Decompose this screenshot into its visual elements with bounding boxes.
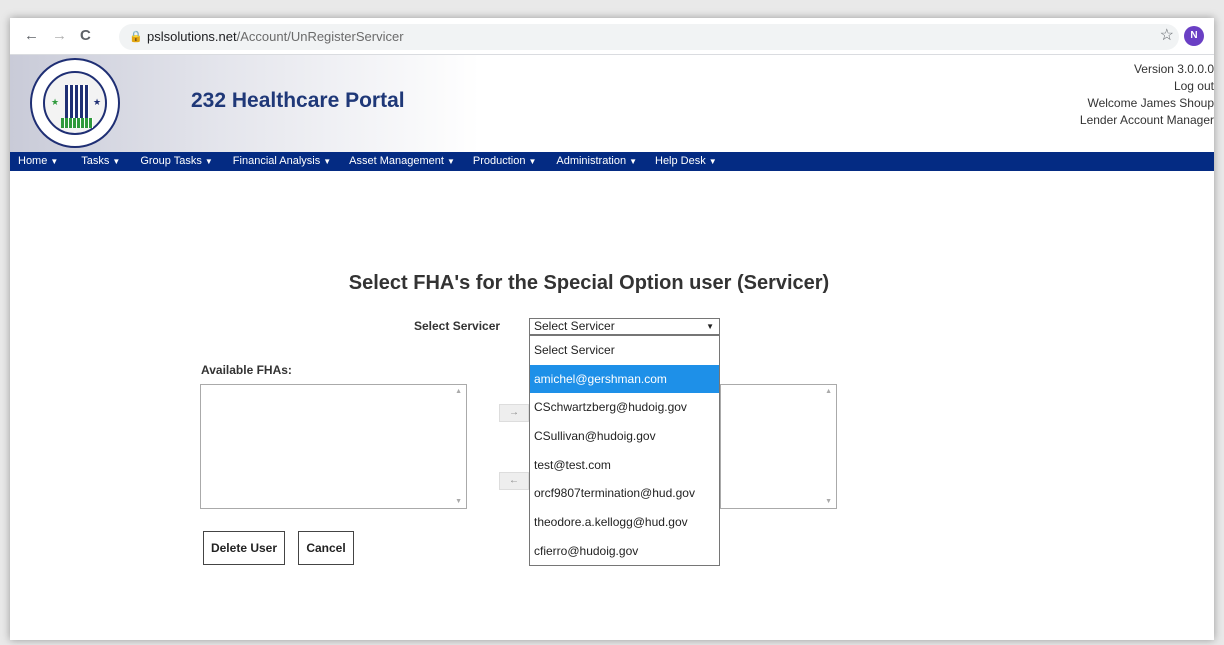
browser-window: ← → C 🔒 pslsolutions.net/Account/UnRegis… [10,18,1214,640]
available-fhas-list[interactable]: ▲ ▼ [200,384,467,509]
dropdown-option[interactable]: cfierro@hudoig.gov [530,537,719,566]
seal-center: ★ ★ [43,71,107,135]
reload-icon[interactable]: C [80,27,91,45]
menu-group-tasks[interactable]: Group Tasks ▼ [120,152,212,171]
scroll-up-icon[interactable]: ▲ [455,388,462,395]
add-fha-button[interactable]: → [499,404,529,422]
menu-help-desk[interactable]: Help Desk ▼ [637,152,717,171]
caret-down-icon: ▼ [50,157,59,166]
dropdown-option[interactable]: CSchwartzberg@hudoig.gov [530,393,719,422]
menu-financial-analysis[interactable]: Financial Analysis ▼ [213,152,331,171]
delete-user-button[interactable]: Delete User [203,531,285,565]
dropdown-option[interactable]: theodore.a.kellogg@hud.gov [530,508,719,537]
role-text: Lender Account Manager [1079,113,1214,127]
menu-administration[interactable]: Administration ▼ [536,152,637,171]
scroll-down-icon[interactable]: ▼ [825,498,832,505]
dropdown-option[interactable]: Select Servicer [530,336,719,365]
dropdown-option[interactable]: CSullivan@hudoig.gov [530,422,719,451]
back-arrow-icon[interactable]: ← [24,27,39,45]
menu-production[interactable]: Production ▼ [455,152,537,171]
portal-title: 232 Healthcare Portal [191,89,405,112]
lock-icon: 🔒 [129,31,143,43]
menu-tasks[interactable]: Tasks ▼ [58,152,120,171]
welcome-text: Welcome James Shoup [1087,96,1214,110]
caret-down-icon: ▼ [708,157,717,166]
seal-building [65,85,89,119]
caret-down-icon: ▼ [629,157,637,166]
profile-avatar[interactable]: N [1184,26,1204,46]
servicer-label: Select Servicer [414,319,501,333]
hud-seal-logo: ★ ★ [30,58,120,148]
seal-base [61,118,93,128]
url-path: /Account/UnRegisterServicer [236,29,404,44]
seal-star-icon: ★ [93,97,102,107]
browser-toolbar: ← → C 🔒 pslsolutions.net/Account/UnRegis… [10,18,1214,55]
scroll-up-icon[interactable]: ▲ [825,388,832,395]
selected-fhas-list[interactable]: ▲ ▼ [720,384,837,509]
forward-arrow-icon[interactable]: → [52,27,67,45]
caret-down-icon: ▼ [112,157,121,166]
menu-home[interactable]: Home ▼ [10,152,58,171]
servicer-selected-value: Select Servicer [534,319,615,333]
available-fhas-label: Available FHAs: [201,363,292,377]
caret-down-icon: ▼ [446,157,455,166]
dropdown-arrow-icon: ▼ [706,322,714,331]
version-label: Version 3.0.0.0 [1133,62,1214,76]
logout-link[interactable]: Log out [1080,78,1214,95]
site-header: ★ ★ 232 Healthcare Portal Version 3.0.0.… [10,55,1214,152]
dropdown-option[interactable]: test@test.com [530,451,719,480]
servicer-select[interactable]: Select Servicer ▼ [529,318,720,335]
user-info: Version 3.0.0.0 Log out Welcome James Sh… [1080,61,1214,129]
servicer-dropdown-list: Select Servicer amichel@gershman.com CSc… [529,335,720,566]
caret-down-icon: ▼ [528,157,537,166]
main-menu: Home ▼ Tasks ▼ Group Tasks ▼ Financial Anal… [10,152,1214,171]
caret-down-icon: ▼ [323,157,332,166]
dropdown-option[interactable]: amichel@gershman.com [530,364,719,394]
address-bar[interactable]: 🔒 pslsolutions.net/Account/UnRegisterSer… [119,24,1179,50]
bookmark-star-icon[interactable]: ☆ [1160,25,1174,45]
arrow-right-icon: → [509,407,519,418]
page-title: Select FHA's for the Special Option user… [348,272,830,294]
seal-star-icon: ★ [51,97,60,107]
dropdown-option[interactable]: orcf9807termination@hud.gov [530,479,719,508]
scroll-down-icon[interactable]: ▼ [455,498,462,505]
remove-fha-button[interactable]: ← [499,472,529,490]
arrow-left-icon: ← [509,475,519,486]
menu-asset-management[interactable]: Asset Management ▼ [331,152,455,171]
url-host: pslsolutions.net [147,29,237,44]
cancel-button[interactable]: Cancel [298,531,354,565]
caret-down-icon: ▼ [204,157,213,166]
